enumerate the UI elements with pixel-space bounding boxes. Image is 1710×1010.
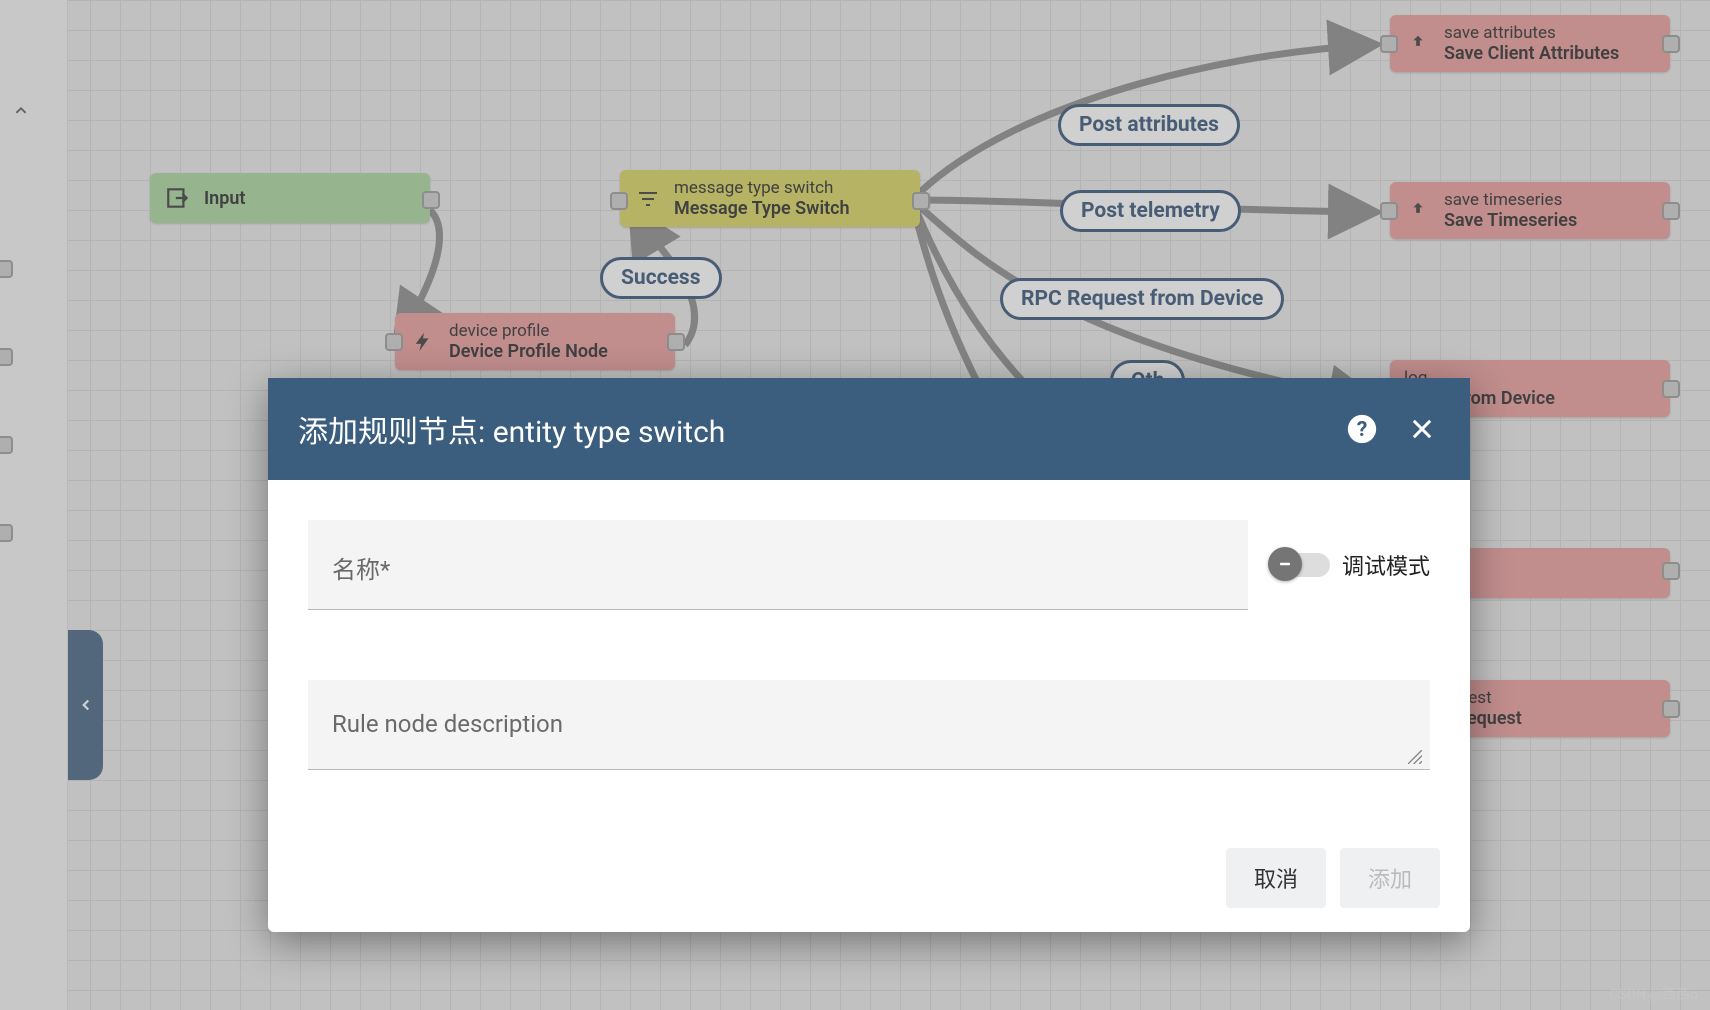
description-label: Rule node description xyxy=(332,710,563,738)
minus-icon xyxy=(1275,554,1295,574)
add-button[interactable]: 添加 xyxy=(1340,848,1440,908)
toggle-knob xyxy=(1268,547,1302,581)
help-icon: ? xyxy=(1345,412,1379,446)
resize-grip-icon[interactable] xyxy=(1408,749,1422,763)
description-input[interactable]: Rule node description xyxy=(308,680,1430,770)
cancel-button[interactable]: 取消 xyxy=(1226,848,1326,908)
dialog-title: 添加规则节点: entity type switch xyxy=(298,407,1320,451)
help-button[interactable]: ? xyxy=(1344,411,1380,447)
close-button[interactable] xyxy=(1404,411,1440,447)
dialog-footer: 取消 添加 xyxy=(268,828,1470,932)
name-input[interactable]: 名称* xyxy=(308,520,1248,610)
debug-mode-label: 调试模式 xyxy=(1342,549,1430,581)
toggle-track xyxy=(1272,553,1330,577)
dialog-body: 名称* 调试模式 Rule node description xyxy=(268,480,1470,828)
name-input-label: 名称* xyxy=(332,550,390,585)
close-icon xyxy=(1408,415,1436,443)
add-rule-node-dialog: 添加规则节点: entity type switch ? 名称* 调试模式 Ru… xyxy=(268,378,1470,932)
debug-mode-toggle[interactable]: 调试模式 xyxy=(1272,549,1430,581)
svg-text:?: ? xyxy=(1357,417,1368,442)
dialog-header: 添加规则节点: entity type switch ? xyxy=(268,378,1470,480)
watermark: CSDN @西西o xyxy=(1609,984,1698,1004)
